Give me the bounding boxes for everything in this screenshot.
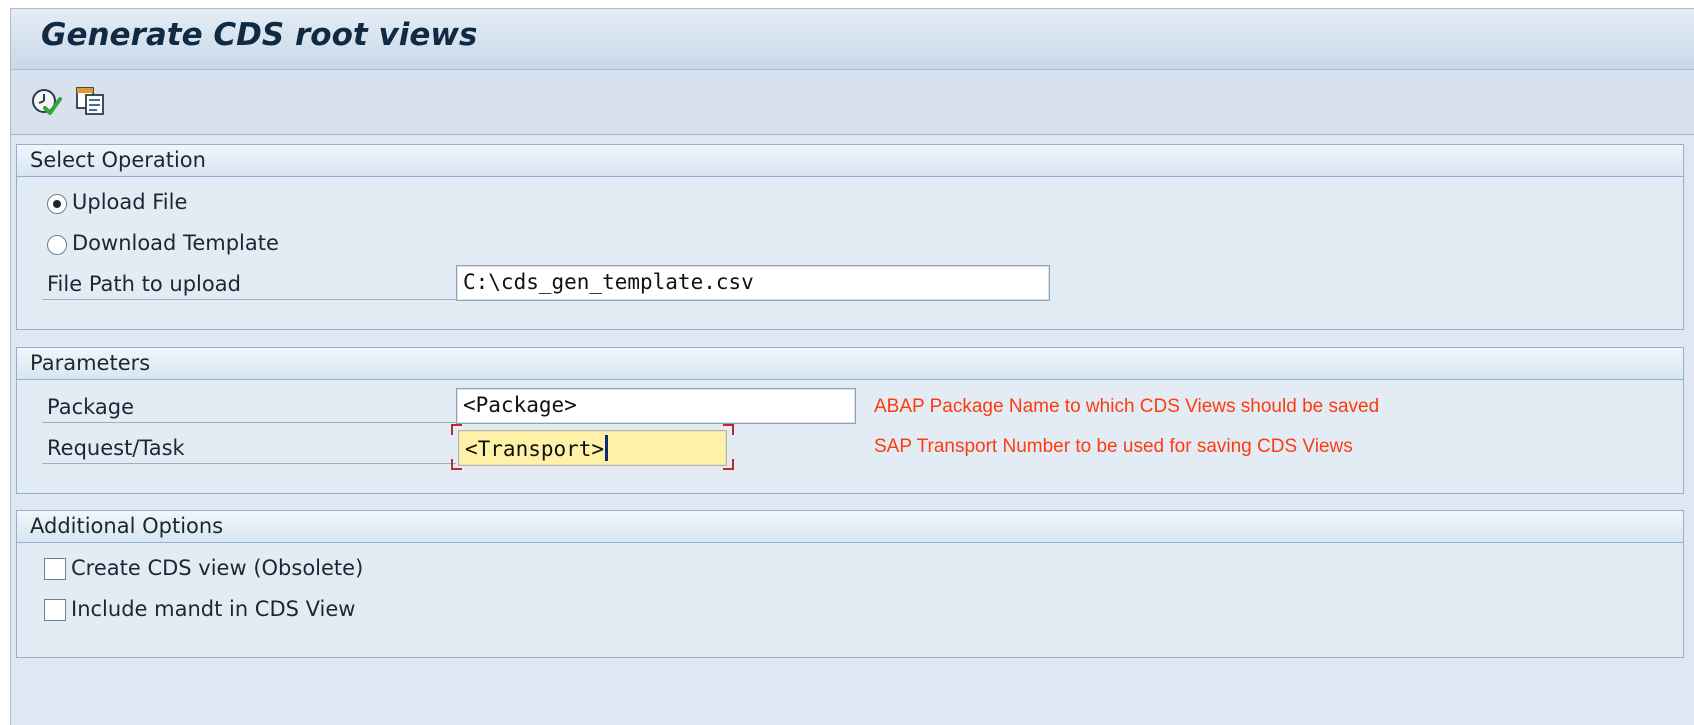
- request-task-input[interactable]: <Transport>: [458, 430, 727, 466]
- text-cursor: [605, 435, 609, 461]
- include-mandt-label[interactable]: Include mandt in CDS View: [71, 597, 355, 621]
- select-operation-title: Select Operation: [30, 148, 206, 172]
- focus-corner-bottom-right: [723, 459, 734, 470]
- package-input[interactable]: <Package>: [456, 388, 856, 424]
- copy-variant-button[interactable]: [73, 84, 109, 118]
- radio-selected-dot: [53, 200, 61, 208]
- request-task-annotation: SAP Transport Number to be used for savi…: [874, 436, 1353, 457]
- package-label: Package: [47, 395, 135, 419]
- download-template-label[interactable]: Download Template: [72, 231, 279, 255]
- focus-corner-top-left: [451, 424, 462, 435]
- request-task-value: <Transport>: [465, 437, 605, 461]
- create-cds-view-checkbox[interactable]: [44, 558, 66, 580]
- file-path-input[interactable]: C:\cds_gen_template.csv: [456, 265, 1050, 301]
- focus-corner-bottom-left: [451, 459, 462, 470]
- additional-options-header: Additional Options: [17, 511, 1683, 543]
- request-task-label: Request/Task: [47, 436, 185, 460]
- include-mandt-checkbox[interactable]: [44, 599, 66, 621]
- upload-file-label[interactable]: Upload File: [72, 190, 187, 214]
- file-path-label: File Path to upload: [47, 272, 241, 296]
- execute-button[interactable]: [29, 84, 65, 118]
- create-cds-view-label[interactable]: Create CDS view (Obsolete): [71, 556, 363, 580]
- execute-icon: [29, 84, 65, 118]
- additional-options-group: Additional Options Create CDS view (Obso…: [16, 510, 1684, 658]
- upload-file-radio[interactable]: [47, 194, 67, 214]
- select-operation-group: Select Operation Upload File Download Te…: [16, 144, 1684, 330]
- title-bar: Generate CDS root views: [11, 9, 1694, 70]
- download-template-radio[interactable]: [47, 235, 67, 255]
- sap-gui-window: Generate CDS root views Select Operation…: [10, 8, 1694, 725]
- parameters-group: Parameters Package <Package> ABAP Packag…: [16, 347, 1684, 494]
- package-annotation: ABAP Package Name to which CDS Views sho…: [874, 396, 1380, 417]
- application-toolbar: [11, 70, 1694, 135]
- additional-options-title: Additional Options: [30, 514, 224, 538]
- page-title: Generate CDS root views: [41, 17, 478, 53]
- copy-variant-icon: [73, 84, 109, 118]
- select-operation-header: Select Operation: [17, 145, 1683, 177]
- focus-corner-top-right: [723, 424, 734, 435]
- parameters-title: Parameters: [30, 351, 151, 375]
- parameters-header: Parameters: [17, 348, 1683, 380]
